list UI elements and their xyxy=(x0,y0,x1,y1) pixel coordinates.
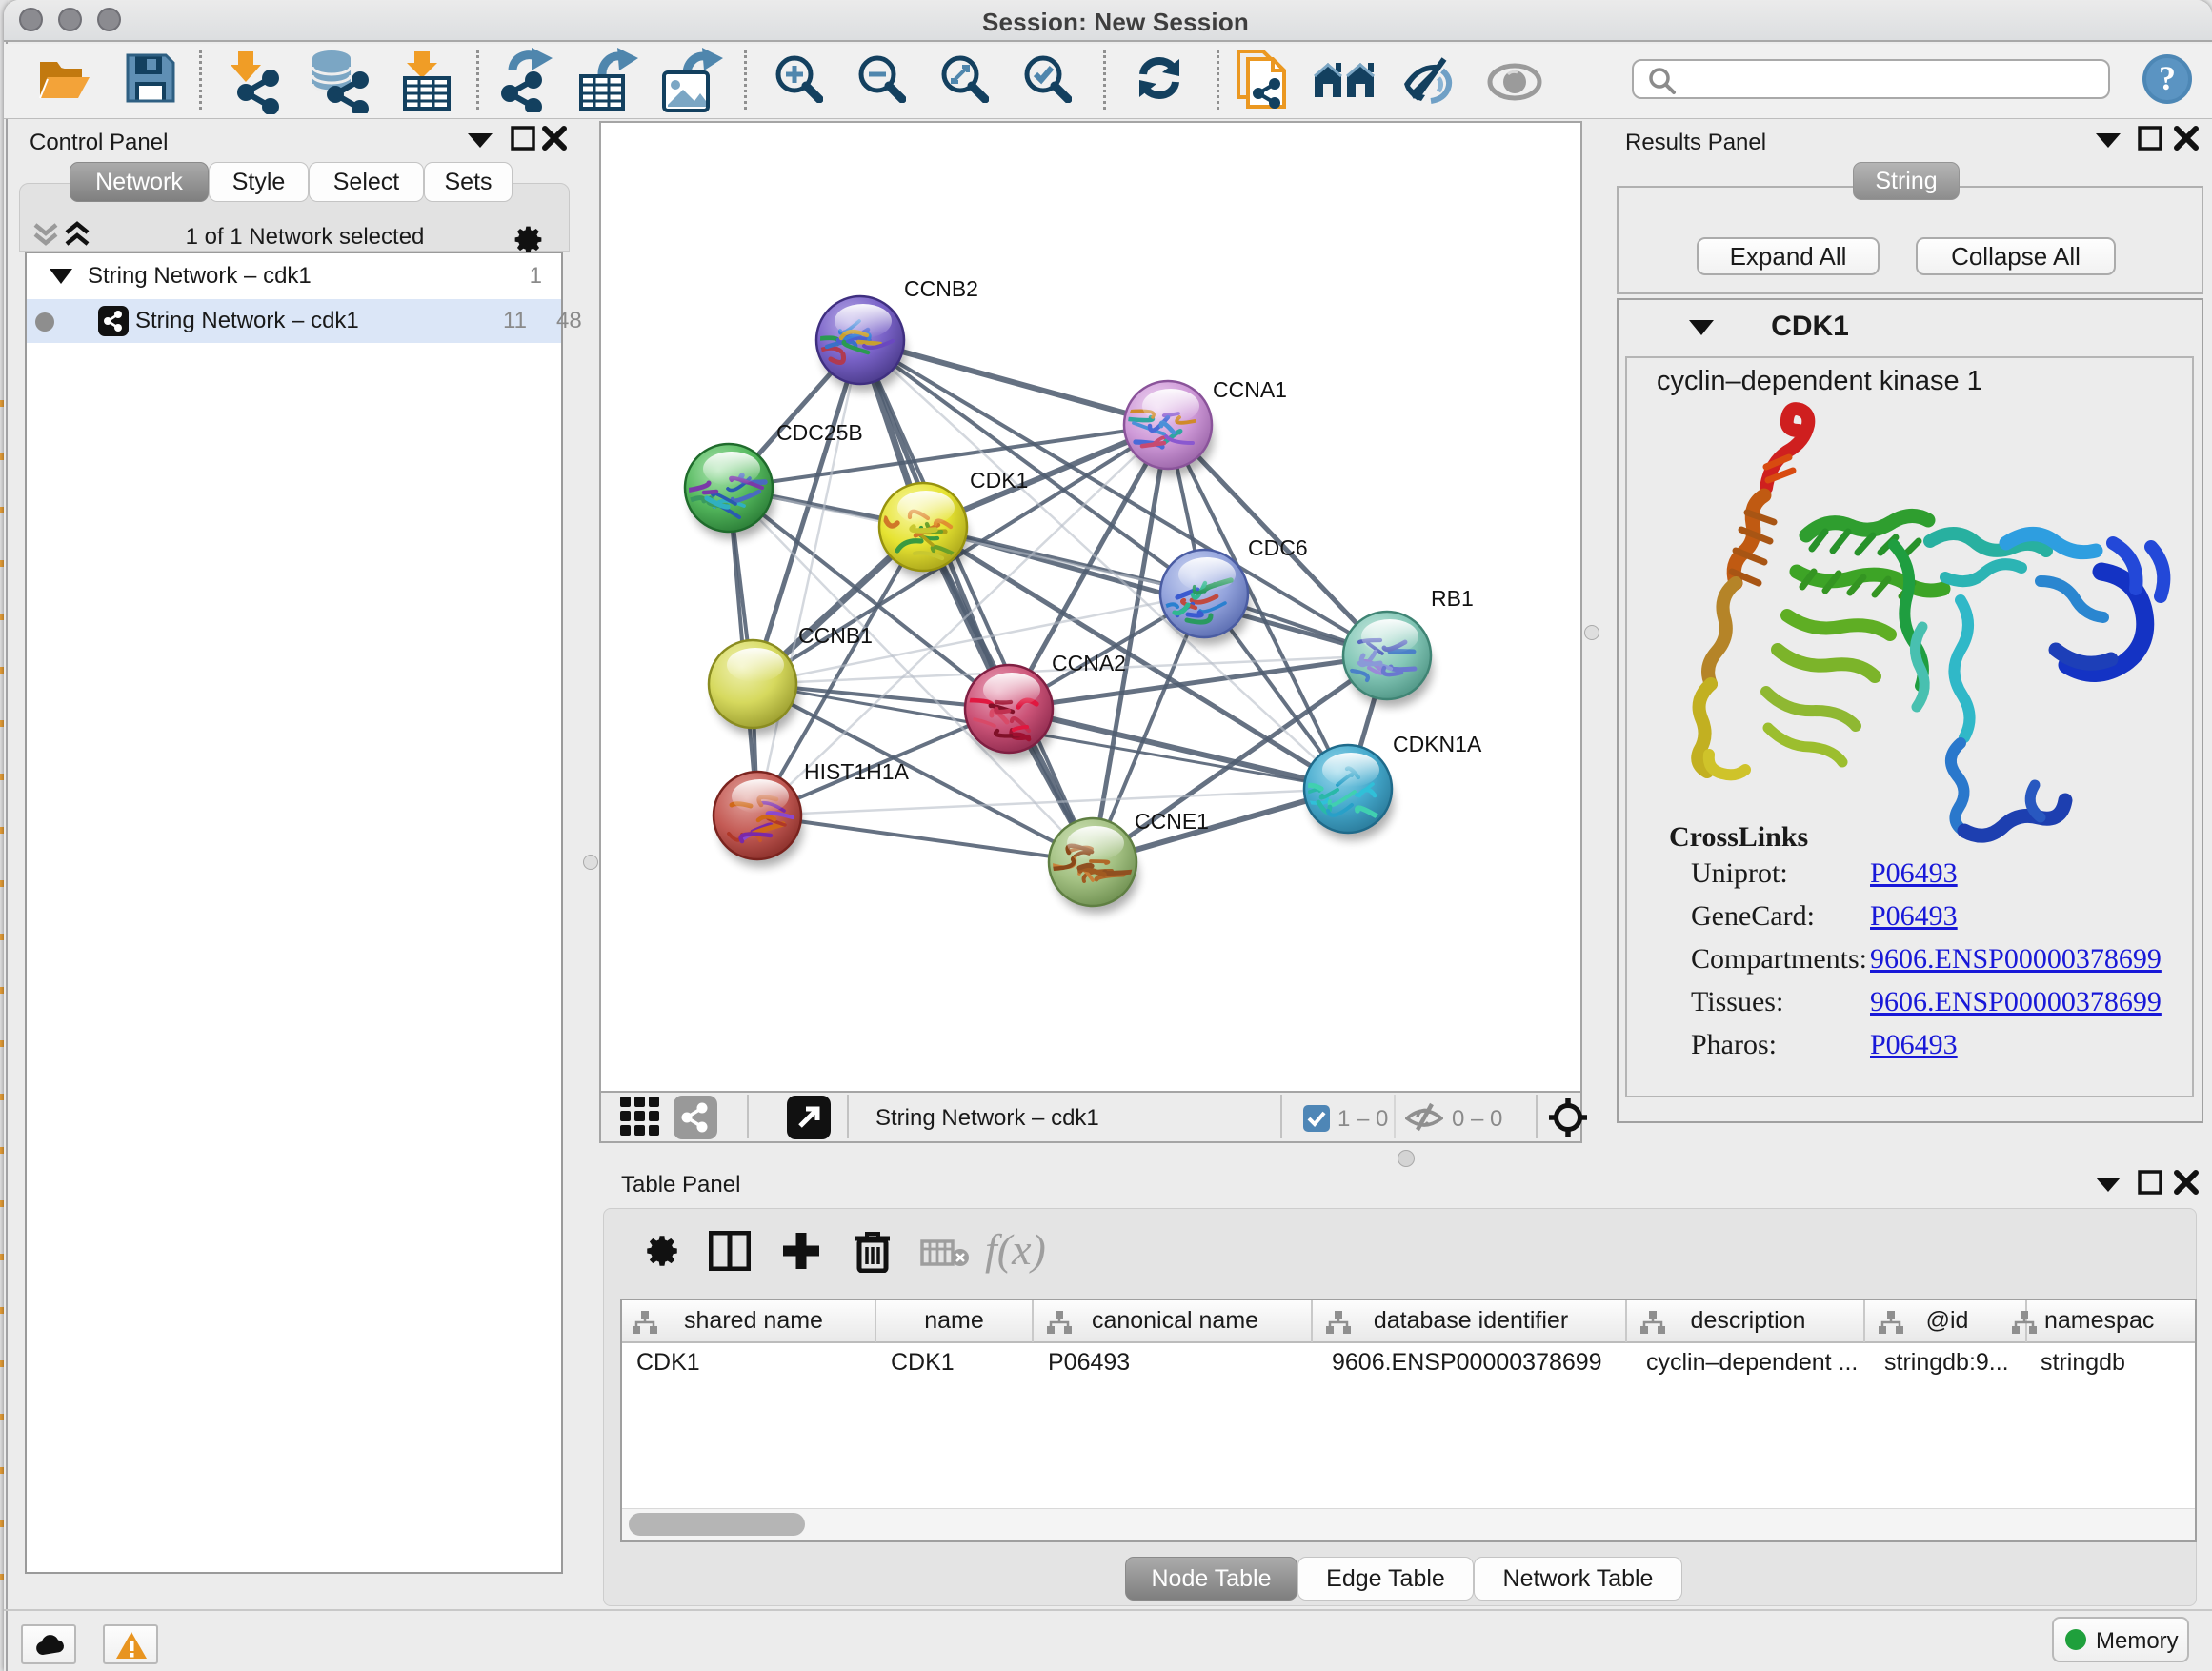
svg-text:CCNE1: CCNE1 xyxy=(1135,809,1209,834)
svg-text:RB1: RB1 xyxy=(1431,586,1474,611)
svg-text:CDC25B: CDC25B xyxy=(776,420,863,445)
svg-text:CCNB2: CCNB2 xyxy=(904,276,978,301)
svg-text:CDKN1A: CDKN1A xyxy=(1393,732,1482,756)
svg-text:CCNA1: CCNA1 xyxy=(1213,377,1287,402)
svg-text:CDC6: CDC6 xyxy=(1248,535,1308,560)
svg-text:HIST1H1A: HIST1H1A xyxy=(804,759,910,784)
svg-text:CCNA2: CCNA2 xyxy=(1052,651,1126,675)
svg-text:?: ? xyxy=(2159,59,2176,97)
svg-text:CCNB1: CCNB1 xyxy=(798,623,873,648)
svg-text:CDK1: CDK1 xyxy=(970,468,1028,493)
